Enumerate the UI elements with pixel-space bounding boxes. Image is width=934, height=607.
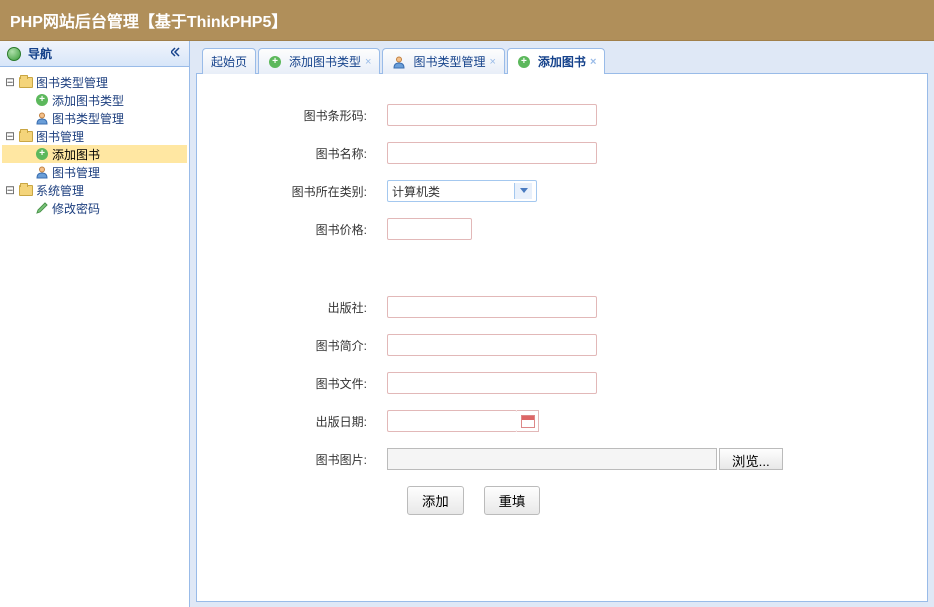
collapse-icon[interactable] [171,46,183,61]
tree-node-1[interactable]: +添加图书类型 [2,91,187,109]
label-price: 图书价格: [217,221,387,238]
input-image-path[interactable] [387,448,717,470]
user-icon [391,54,407,70]
label-category: 图书所在类别: [217,183,387,200]
app-title: PHP网站后台管理【基于ThinkPHP5】 [10,14,287,31]
tree-node-7[interactable]: 修改密码 [2,199,187,217]
label-intro: 图书简介: [217,337,387,354]
label-publisher: 出版社: [217,299,387,316]
user-icon [34,164,50,180]
tree-collapse-icon[interactable]: ⊟ [2,129,18,144]
select-category[interactable]: 计算机类 [387,180,537,202]
tab-label: 起始页 [211,53,247,70]
tab-label: 添加图书 [538,53,586,70]
tree-node-2[interactable]: 图书类型管理 [2,109,187,127]
sidebar: 导航 ⊟图书类型管理+添加图书类型图书类型管理⊟图书管理+添加图书图书管理⊟系统… [0,41,190,607]
input-pubdate[interactable] [387,410,517,432]
input-intro[interactable] [387,334,597,356]
folder-icon [18,128,34,144]
tab-0[interactable]: 起始页 [202,48,256,74]
input-file[interactable] [387,372,597,394]
add-icon: + [34,146,50,162]
globe-icon [6,46,22,62]
folder-icon [18,74,34,90]
tree-label: 图书类型管理 [52,110,124,127]
tab-bar: 起始页 + 添加图书类型 × 图书类型管理 × + 添加图书 × [196,47,928,74]
label-name: 图书名称: [217,145,387,162]
tab-2[interactable]: 图书类型管理 × [382,48,504,74]
tab-label: 添加图书类型 [289,53,361,70]
tree-label: 图书管理 [52,164,100,181]
tree-label: 系统管理 [36,182,84,199]
add-icon: + [516,54,532,70]
tree-node-6[interactable]: ⊟ 系统管理 [2,181,187,199]
input-barcode[interactable] [387,104,597,126]
add-icon: + [267,54,283,70]
close-icon[interactable]: × [590,56,596,68]
chevron-down-icon [514,183,532,199]
tree-label: 图书管理 [36,128,84,145]
label-barcode: 图书条形码: [217,107,387,124]
tree-node-5[interactable]: 图书管理 [2,163,187,181]
tree-collapse-icon[interactable]: ⊟ [2,75,18,90]
sidebar-title: 导航 [28,45,52,62]
add-icon: + [34,92,50,108]
tab-1[interactable]: + 添加图书类型 × [258,48,380,74]
label-pubdate: 出版日期: [217,413,387,430]
tree-label: 添加图书类型 [52,92,124,109]
nav-tree: ⊟图书类型管理+添加图书类型图书类型管理⊟图书管理+添加图书图书管理⊟系统管理修… [0,67,189,607]
tree-label: 修改密码 [52,200,100,217]
close-icon[interactable]: × [489,56,495,68]
folder-icon [18,182,34,198]
pencil-icon [34,200,50,216]
tree-label: 图书类型管理 [36,74,108,91]
submit-button[interactable]: 添加 [407,486,464,515]
user-icon [34,110,50,126]
close-icon[interactable]: × [365,56,371,68]
label-file: 图书文件: [217,375,387,392]
tree-node-4[interactable]: +添加图书 [2,145,187,163]
label-image: 图书图片: [217,451,387,468]
tree-node-0[interactable]: ⊟ 图书类型管理 [2,73,187,91]
input-publisher[interactable] [387,296,597,318]
content-area: 起始页 + 添加图书类型 × 图书类型管理 × + 添加图书 × 图书条形码: 图书名称: 图书… [190,41,934,607]
tree-label: 添加图书 [52,146,100,163]
tab-panel-add-book: 图书条形码: 图书名称: 图书所在类别: 计算机类 图书价格: [196,74,928,602]
tree-collapse-icon[interactable]: ⊟ [2,183,18,198]
select-category-value: 计算机类 [392,183,440,200]
app-header: PHP网站后台管理【基于ThinkPHP5】 [0,0,934,41]
tab-3[interactable]: + 添加图书 × [507,48,605,74]
input-name[interactable] [387,142,597,164]
reset-button[interactable]: 重填 [484,486,541,515]
browse-button[interactable]: 浏览... [719,448,783,470]
tree-node-3[interactable]: ⊟ 图书管理 [2,127,187,145]
calendar-icon[interactable] [517,410,539,432]
input-price[interactable] [387,218,472,240]
sidebar-header: 导航 [0,41,189,67]
tab-label: 图书类型管理 [413,53,485,70]
